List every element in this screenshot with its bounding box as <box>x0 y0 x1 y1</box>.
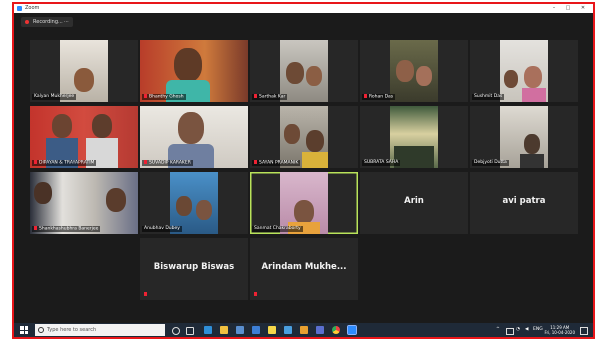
video-feed <box>500 40 548 102</box>
active-speaker-tile[interactable]: Sanmat Chakraborty <box>250 172 358 234</box>
participant-tile[interactable]: DIPAYAN & TRAYAPRATIM <box>30 106 138 168</box>
mic-status <box>142 291 151 299</box>
video-feed <box>60 40 108 102</box>
mic-muted-icon <box>364 93 367 98</box>
mic-muted-icon <box>144 291 147 296</box>
participant-tile[interactable]: Arin <box>360 172 468 234</box>
cortana-icon[interactable] <box>172 327 180 335</box>
participant-name: DIPAYAN & TRAYAPRATIM <box>32 159 97 166</box>
participant-tile[interactable]: Rohan Das <box>360 40 468 102</box>
system-clock[interactable]: 11:29 AM Fri, 10-04-2020 <box>544 325 575 335</box>
store-icon[interactable] <box>236 326 244 334</box>
participant-name: Sanmat Chakraborty <box>252 226 303 232</box>
participant-tile[interactable]: Debjyoti Dutta <box>470 106 578 168</box>
zoom-icon[interactable] <box>347 325 357 335</box>
participant-name: Arindam Mukhe... <box>261 262 347 272</box>
notification-icon[interactable] <box>580 327 588 335</box>
mic-muted-icon <box>254 291 257 296</box>
search-icon <box>38 327 44 333</box>
clock-date: Fri, 10-04-2020 <box>544 330 575 335</box>
video-feed <box>500 106 548 168</box>
file-explorer-icon[interactable] <box>220 326 228 334</box>
participant-name: Arin <box>404 196 424 206</box>
volume-icon[interactable]: ◀ <box>525 323 528 337</box>
participant-name: Kalyan Mukherjee <box>32 94 77 100</box>
participant-name: Rohan Das <box>362 93 396 100</box>
participant-tile[interactable]: Sushmit Das <box>470 40 578 102</box>
battery-icon[interactable] <box>506 328 514 335</box>
sticky-notes-icon[interactable] <box>268 326 276 334</box>
participant-name: Sushmit Das <box>472 94 505 100</box>
language-indicator[interactable]: ENG <box>533 323 543 337</box>
participant-tile[interactable]: Kalyan Mukherjee <box>30 40 138 102</box>
close-button[interactable]: ✕ <box>578 4 588 13</box>
participant-tile[interactable]: Arindam Mukhe... <box>250 238 358 300</box>
chrome-icon[interactable] <box>332 326 340 334</box>
zoom-window: Zoom – □ ✕ Recording... ⋯ Kalyan Mukherj… <box>12 2 595 339</box>
photos-icon[interactable] <box>284 326 292 334</box>
record-icon <box>25 20 29 24</box>
window-title: Zoom <box>25 5 40 11</box>
mail-icon[interactable] <box>252 326 260 334</box>
mic-status <box>252 291 261 299</box>
taskbar-search-input[interactable]: Type here to search <box>35 324 165 336</box>
video-feed <box>170 172 218 234</box>
participant-tile[interactable]: Shankhashubhra Banerjee <box>30 172 138 234</box>
mic-muted-icon <box>34 159 37 164</box>
video-feed <box>390 40 438 102</box>
participant-tile[interactable]: SUBRATA SAHA <box>360 106 468 168</box>
media-icon[interactable] <box>300 326 308 334</box>
video-feed <box>390 106 438 168</box>
participant-tile[interactable]: SUVADIP KARAKER <box>140 106 248 168</box>
maximize-button[interactable]: □ <box>563 4 573 13</box>
video-feed <box>280 172 328 234</box>
participant-tile[interactable]: Biswarup Biswas <box>140 238 248 300</box>
tray-chevron-icon[interactable]: ^ <box>496 323 500 337</box>
participant-name: SUBRATA SAHA <box>362 160 401 166</box>
recording-label: Recording... <box>33 19 63 25</box>
participant-tile[interactable]: Anubhav Dubey <box>140 172 248 234</box>
participant-name: Anubhav Dubey <box>142 226 182 232</box>
wifi-icon[interactable]: ◔ <box>516 323 520 337</box>
zoom-app-icon <box>17 6 22 11</box>
participant-name: SUVADIP KARAKER <box>142 159 193 166</box>
participant-name: Debjyoti Dutta <box>472 160 509 166</box>
windows-start-icon[interactable] <box>20 326 28 334</box>
mic-muted-icon <box>254 159 257 164</box>
mic-muted-icon <box>144 93 147 98</box>
mic-muted-icon <box>34 225 37 230</box>
task-view-icon[interactable] <box>186 327 194 335</box>
windows-taskbar: Type here to search ^ ◔ ◀ ENG 11:29 AM F… <box>14 323 593 337</box>
participant-name: Sarthak Kar <box>252 93 288 100</box>
recording-more-icon[interactable]: ⋯ <box>64 17 69 27</box>
participant-name: Shankhashubhra Banerjee <box>32 225 101 232</box>
participant-tile[interactable]: avi patra <box>470 172 578 234</box>
participant-name: Bhanthy Ghosh <box>142 93 186 100</box>
participant-name: SAYAN PRAMANIK <box>252 159 301 166</box>
participant-name: Biswarup Biswas <box>153 262 235 272</box>
mic-muted-icon <box>254 93 257 98</box>
recording-indicator[interactable]: Recording... ⋯ <box>21 17 73 27</box>
search-placeholder: Type here to search <box>47 327 97 333</box>
participant-name: avi patra <box>502 196 546 206</box>
participant-tile[interactable]: SAYAN PRAMANIK <box>250 106 358 168</box>
participant-tile[interactable]: Bhanthy Ghosh <box>140 40 248 102</box>
mic-muted-icon <box>144 159 147 164</box>
minimize-button[interactable]: – <box>549 4 559 13</box>
teams-icon[interactable] <box>316 326 324 334</box>
title-bar: Zoom – □ ✕ <box>14 4 593 13</box>
participant-tile[interactable]: Sarthak Kar <box>250 40 358 102</box>
edge-icon[interactable] <box>204 326 212 334</box>
